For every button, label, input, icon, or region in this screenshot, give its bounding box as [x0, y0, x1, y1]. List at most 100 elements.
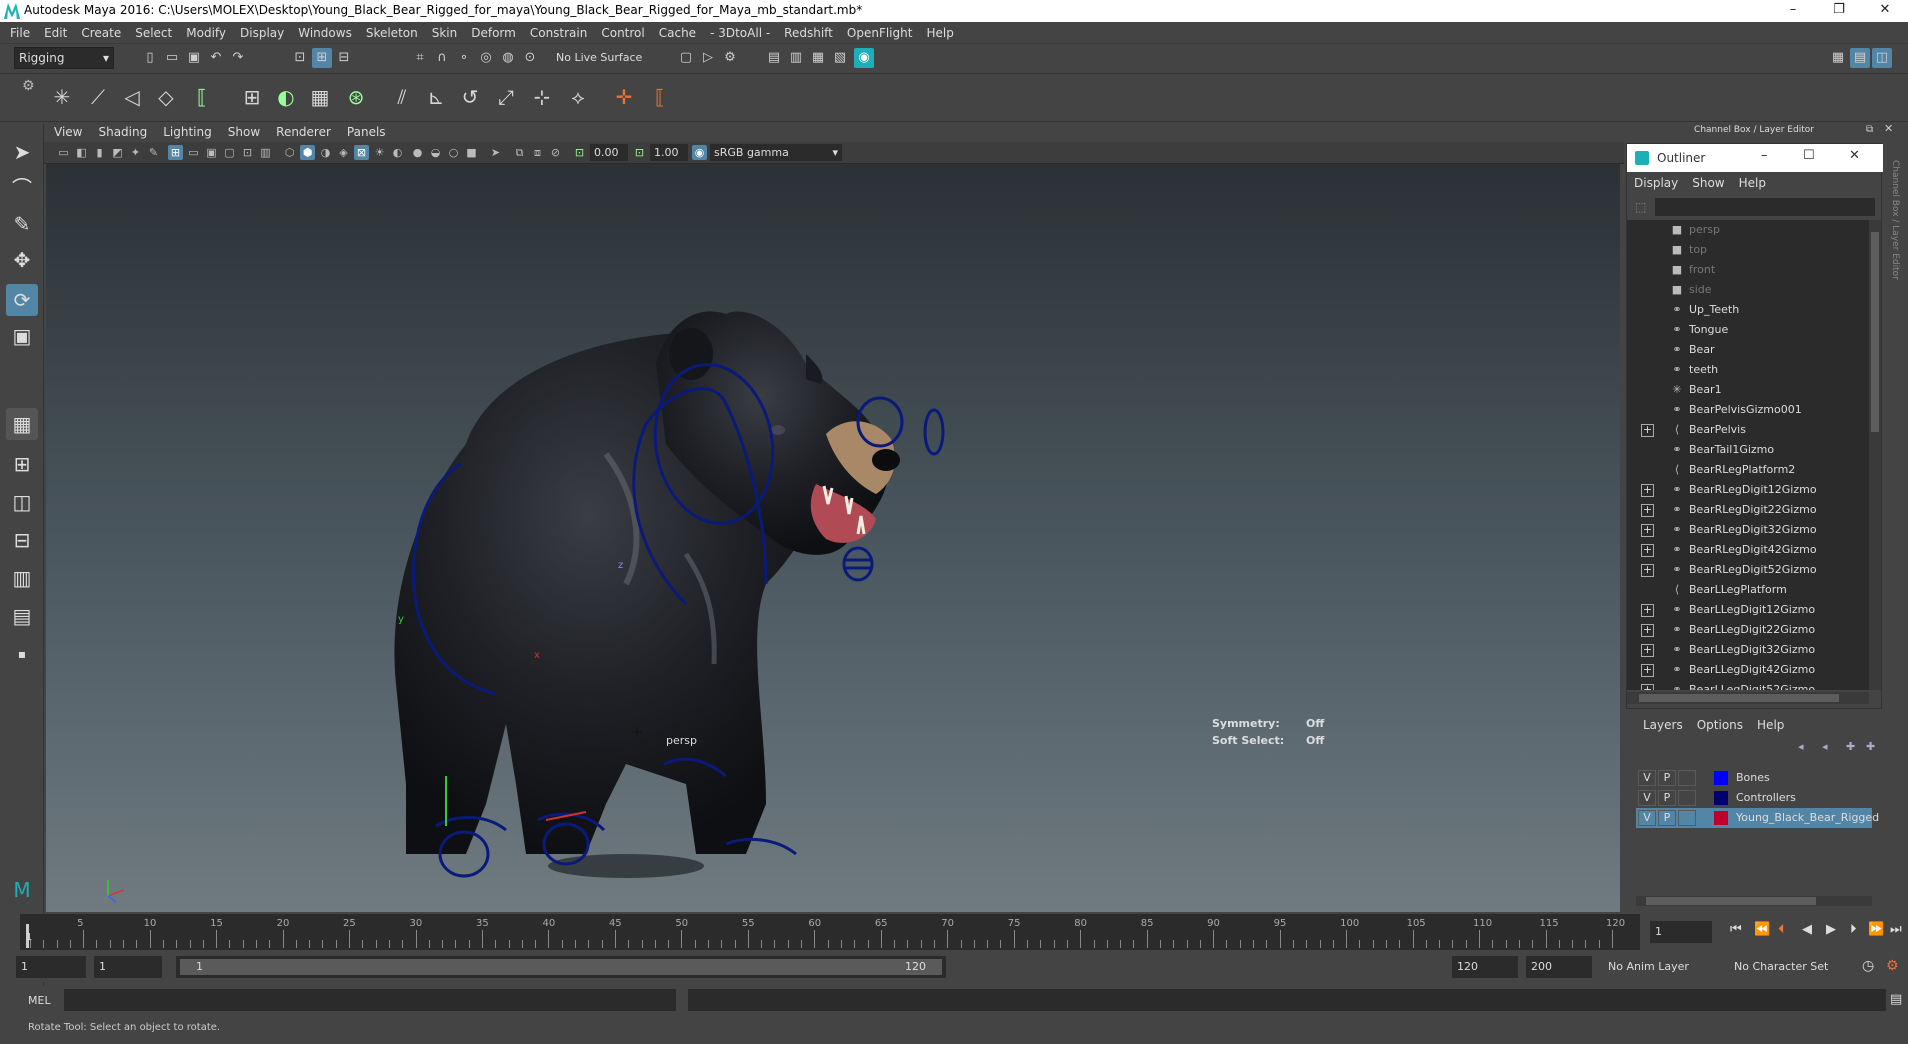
outliner-restore-icon[interactable]: ☐: [1803, 148, 1815, 163]
menu-help[interactable]: Help: [919, 22, 960, 44]
create-joint-icon[interactable]: ✳: [46, 80, 78, 114]
save-scene-icon[interactable]: ▣: [184, 48, 204, 68]
toolsettings-toggle-icon[interactable]: ◫: [1872, 48, 1892, 68]
xray-joints-icon[interactable]: ⧉: [512, 145, 527, 160]
menuset-dropdown[interactable]: Rigging ▾: [14, 47, 114, 69]
outliner-item[interactable]: ⚭ Tongue: [1627, 320, 1869, 340]
float-icon[interactable]: ⧉: [1866, 124, 1873, 135]
prev-key-icon[interactable]: ⏴: [1778, 922, 1785, 937]
play-backward-icon[interactable]: ◀: [1802, 922, 1812, 937]
render-current-icon[interactable]: ▤: [764, 48, 784, 68]
menu-3dtoall[interactable]: - 3DtoAll -: [703, 22, 777, 44]
outliner-vscroll-thumb[interactable]: [1871, 232, 1879, 432]
outliner-hscroll-thumb[interactable]: [1639, 694, 1839, 702]
time-slider[interactable]: 1 5 10 15 20 25 30 35 40 45 50 55 60 65 70 75 80 85 90 95 1…: [20, 914, 1640, 950]
move-tool-icon[interactable]: ✥: [6, 244, 38, 276]
layer-row[interactable]: V P Young_Black_Bear_Rigged: [1636, 808, 1879, 828]
outliner-item[interactable]: ⟨ BearRLegPlatform2: [1627, 460, 1869, 480]
outliner-item[interactable]: ■ persp: [1627, 220, 1869, 240]
expand-icon[interactable]: +: [1641, 484, 1654, 497]
outliner-item[interactable]: ⚭ Up_Teeth: [1627, 300, 1869, 320]
outliner-item[interactable]: + ⚭ BearLLegDigit32Gizmo: [1627, 640, 1869, 660]
command-input[interactable]: [64, 989, 676, 1011]
snap-pivot-icon[interactable]: ⊙: [520, 48, 540, 68]
start-time-field[interactable]: 1: [16, 956, 86, 978]
outliner-item[interactable]: + ⚭ BearLLegDigit12Gizmo: [1627, 600, 1869, 620]
lattice-icon[interactable]: ▦: [304, 80, 336, 114]
hypershade-icon[interactable]: ◉: [854, 48, 874, 68]
motion-blur-icon[interactable]: ●: [410, 145, 425, 160]
expand-icon[interactable]: +: [1641, 544, 1654, 557]
outliner-hscrollbar[interactable]: [1627, 692, 1869, 704]
layer-playback-toggle[interactable]: P: [1658, 790, 1676, 806]
paint-select-icon[interactable]: ✎: [6, 208, 38, 240]
mirror-joint-icon[interactable]: ◇: [150, 80, 182, 114]
xray-icon[interactable]: ■: [464, 145, 479, 160]
snap-view-icon[interactable]: ◎: [476, 48, 496, 68]
eye-target-control[interactable]: [923, 408, 945, 456]
select-tool-icon[interactable]: ➤: [6, 136, 38, 168]
select-camera-icon[interactable]: ▭: [56, 145, 71, 160]
menu-openflight[interactable]: OpenFlight: [840, 22, 920, 44]
backface-icon[interactable]: ⊘: [548, 145, 563, 160]
jaw-control-lines[interactable]: [846, 558, 872, 570]
expand-icon[interactable]: +: [1641, 664, 1654, 677]
bind-skin-icon[interactable]: ⊞: [236, 80, 268, 114]
snap-curve-icon[interactable]: ∩: [432, 48, 452, 68]
expand-icon[interactable]: +: [1641, 624, 1654, 637]
channel-box-side-tab[interactable]: Channel Box / Layer Editor: [1890, 160, 1900, 280]
outliner-item[interactable]: + ⚭ BearLLegDigit22Gizmo: [1627, 620, 1869, 640]
select-object-icon[interactable]: ⊞: [312, 48, 332, 68]
ik-fk-switch-icon[interactable]: ⟦: [644, 80, 676, 114]
outliner-layout-icon[interactable]: ▤: [6, 600, 38, 632]
menu-constrain[interactable]: Constrain: [523, 22, 595, 44]
expand-icon[interactable]: +: [1641, 504, 1654, 517]
layer-playback-toggle[interactable]: P: [1658, 810, 1676, 826]
vp-menu-renderer[interactable]: Renderer: [268, 122, 339, 142]
snap-surface-icon[interactable]: ◍: [498, 48, 518, 68]
expand-icon[interactable]: +: [1641, 424, 1654, 437]
layer-menu-help[interactable]: Help: [1750, 716, 1791, 734]
layer-menu-options[interactable]: Options: [1690, 716, 1750, 734]
select-hierarchy-icon[interactable]: ⊡: [290, 48, 310, 68]
screen-ao-icon[interactable]: ◐: [390, 145, 405, 160]
outliner-item[interactable]: ■ front: [1627, 260, 1869, 280]
menu-windows[interactable]: Windows: [291, 22, 359, 44]
point-constraint-icon[interactable]: ⊾: [420, 80, 452, 114]
character-set-dropdown[interactable]: No Character Set: [1734, 960, 1828, 973]
layer-color-swatch[interactable]: [1714, 811, 1728, 825]
range-slider-handle[interactable]: [180, 959, 942, 975]
vp-menu-view[interactable]: View: [44, 122, 90, 142]
outliner-item[interactable]: + ⚭ BearRLegDigit52Gizmo: [1627, 560, 1869, 580]
close-button[interactable]: ✕: [1862, 0, 1908, 22]
outliner-item[interactable]: ■ top: [1627, 240, 1869, 260]
outliner-menu-show[interactable]: Show: [1685, 172, 1731, 194]
input-ops-icon[interactable]: ▢: [676, 48, 696, 68]
snap-grid-icon[interactable]: ⌗: [410, 48, 430, 68]
menu-cache[interactable]: Cache: [652, 22, 703, 44]
layer-row[interactable]: V P Controllers: [1636, 788, 1872, 808]
use-all-lights-icon[interactable]: ⊠: [354, 145, 369, 160]
menu-select[interactable]: Select: [128, 22, 179, 44]
outliner-item[interactable]: ⚭ BearPelvisGizmo001: [1627, 400, 1869, 420]
ik-spline-icon[interactable]: ◁: [116, 80, 148, 114]
outliner-item[interactable]: ⚭ BearTail1Gizmo: [1627, 440, 1869, 460]
next-key-icon[interactable]: ⏵: [1850, 922, 1857, 937]
render-settings-icon[interactable]: ▧: [830, 48, 850, 68]
menu-redshift[interactable]: Redshift: [777, 22, 840, 44]
wireframe-icon[interactable]: ⬡: [282, 145, 297, 160]
go-to-end-icon[interactable]: ⏭: [1890, 922, 1902, 937]
outliner-item[interactable]: ⚭ Bear: [1627, 340, 1869, 360]
aim-constraint-icon[interactable]: ⊹: [526, 80, 558, 114]
layer-display-type-toggle[interactable]: [1678, 790, 1696, 806]
bookmarks-icon[interactable]: ▮: [92, 145, 107, 160]
outliner-item[interactable]: ⚭ teeth: [1627, 360, 1869, 380]
scale-constraint-icon[interactable]: ⤢: [490, 80, 522, 114]
script-editor-icon[interactable]: ▤: [1890, 992, 1902, 1007]
redo-icon[interactable]: ↷: [228, 48, 248, 68]
safe-action-icon[interactable]: ▥: [258, 145, 273, 160]
menu-deform[interactable]: Deform: [464, 22, 523, 44]
textured-icon[interactable]: ◈: [336, 145, 351, 160]
collapse-icon[interactable]: ▪: [6, 638, 38, 670]
playback-start-field[interactable]: 1: [94, 956, 162, 978]
